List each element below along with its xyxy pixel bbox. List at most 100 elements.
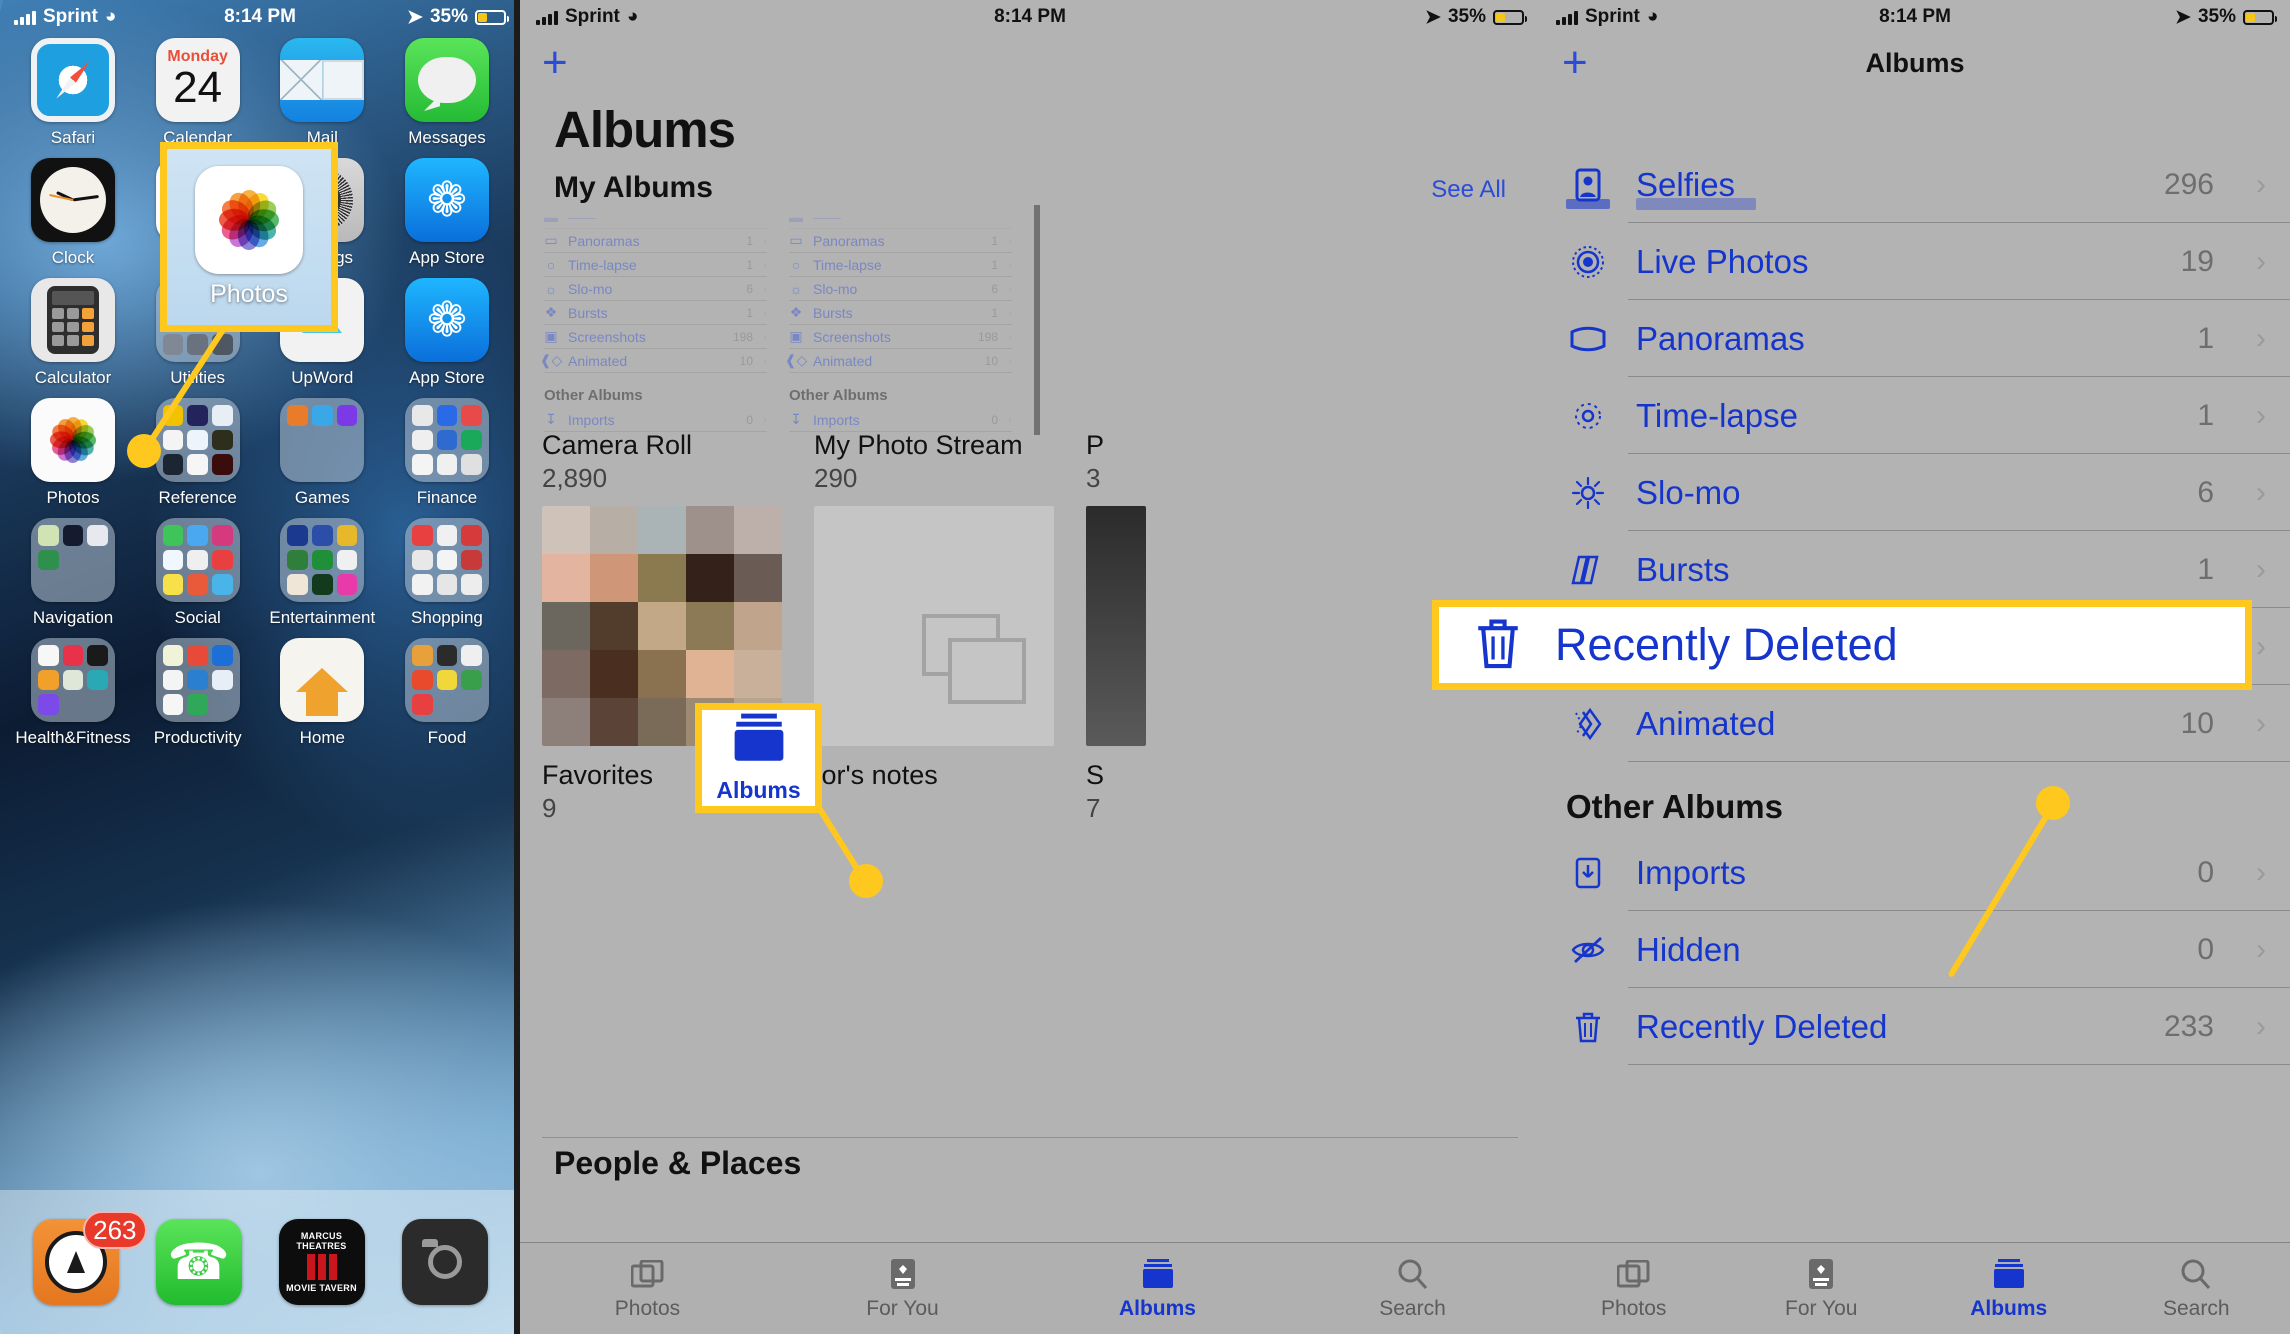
albums-icon [1141,1256,1175,1290]
ghost-row-label: Panoramas [568,232,640,249]
album-row-hidden[interactable]: Hidden 0 › [1540,911,2290,988]
calendar-icon: Monday 24 [155,38,240,122]
album-row-animated[interactable]: Animated 10 › [1540,685,2290,762]
album-name: Live Photos [1636,242,1809,280]
album-cell-partial[interactable]: P 3 S 7 [1086,430,1146,1184]
folder-health-fitness[interactable]: Health&Fitness [14,638,132,748]
album-name: Camera Roll [542,430,693,460]
dock-app-camera[interactable] [386,1219,504,1305]
ghost-row-count: 1 [991,257,998,272]
chevron-right-icon: › [2256,167,2266,201]
tab-for-you[interactable]: For You [775,1256,1030,1321]
chevron-right-icon: › [2256,552,2266,586]
dock-app-phone[interactable]: ☎ [140,1219,258,1305]
app-label: Home [299,728,345,747]
ghost-row-label: Bursts [813,304,853,321]
album-row-imports[interactable]: Imports 0 › [1540,834,2290,911]
tab-for-you[interactable]: For You [1728,1256,1916,1321]
album-row-selfies[interactable]: Selfies 296 › [1540,146,2290,223]
album-name: Selfies [1636,165,1736,203]
folder-entertainment[interactable]: Entertainment [263,518,381,628]
chevron-right-icon: › [2256,475,2266,509]
carrier-label: Sprint [1585,6,1640,27]
add-album-button[interactable]: + [542,40,568,84]
tab-search[interactable]: Search [2103,1256,2290,1321]
chevron-right-icon: › [2256,398,2266,432]
dock-app-movie-tavern[interactable]: MARCUS THEATRES MOVIE TAVERN [263,1219,381,1305]
app-label: Calculator [34,368,112,387]
ghost-row: ❖ Bursts 1 › [789,301,1012,325]
ghost-row-count: 10 [984,353,998,368]
app-calculator[interactable]: Calculator [14,278,132,388]
battery-icon [2243,9,2277,25]
album-count: 6 [2197,475,2214,509]
album-row-panoramas[interactable]: Panoramas 1 › [1540,300,2290,377]
home-row: Health&Fitness Productivity Home Food [14,638,506,748]
tab-label: Search [2162,1297,2230,1320]
chevron-right-icon: › [1008,233,1012,248]
tab-photos[interactable]: Photos [1540,1256,1728,1321]
app-mail[interactable]: Mail [263,38,381,148]
folder-finance[interactable]: Finance [388,398,506,508]
ghost-row-count: 0 [746,412,753,427]
album-count: 1 [2197,398,2214,432]
slomo-icon: ☼ [789,280,803,297]
see-all-link[interactable]: See All [1431,176,1506,204]
albums-list-navbar: + Albums [1540,34,2290,92]
app-home[interactable]: Home [263,638,381,748]
folder-productivity[interactable]: Productivity [139,638,257,748]
folder-games[interactable]: Games [263,398,381,508]
album-row-live-photos[interactable]: Live Photos 19 › [1540,223,2290,300]
album-name: Hidden [1636,930,1741,968]
app-safari[interactable]: Safari [14,38,132,148]
people-and-places-header: People & Places [554,1145,802,1181]
album-row-time-lapse[interactable]: Time-lapse 1 › [1540,377,2290,454]
tab-search[interactable]: Search [1285,1256,1540,1321]
animated-icon: ❰◇ [539,352,563,368]
folder-icon [155,518,240,602]
album-name: P [1086,430,1105,460]
folder-icon [280,398,365,482]
mail-icon [280,38,365,122]
tab-label: For You [1785,1297,1858,1320]
album-row-bursts[interactable]: Bursts 1 › [1540,531,2290,608]
tab-label: For You [866,1297,939,1320]
ghost-column-partial [1034,205,1074,435]
screenshots-icon: ▣ [789,328,803,344]
folder-food[interactable]: Food [388,638,506,748]
timelapse-icon: ○ [791,256,801,273]
app-label: Reference [158,488,237,507]
folder-social[interactable]: Social [139,518,257,628]
location-arrow-icon: ➤ [1425,6,1441,28]
ghost-row: ❰◇ Animated 10 › [785,349,1012,373]
panorama-icon [1566,324,1610,354]
app-calendar[interactable]: Monday 24 Calendar [139,38,257,148]
tab-photos[interactable]: Photos [520,1256,775,1321]
app-photos[interactable]: Photos [14,398,132,508]
chevron-right-icon: › [2256,855,2266,889]
album-cell-my-photo-stream[interactable]: My Photo Stream 290 tor's notes [814,430,1054,1184]
tab-albums[interactable]: Albums [1030,1256,1285,1321]
status-bar-left: Sprint ◕ [1556,6,1658,28]
folder-shopping[interactable]: Shopping [388,518,506,628]
bursts-icon [1566,553,1610,587]
folder-navigation[interactable]: Navigation [14,518,132,628]
ghost-row-count: 1 [746,305,753,320]
ghost-row-count: 0 [991,412,998,427]
chevron-right-icon: › [2256,321,2266,355]
app-messages[interactable]: Messages [388,38,506,148]
tab-albums[interactable]: Albums [1915,1256,2103,1321]
app-appstore[interactable]: ❁ App Store [388,158,506,268]
album-name: Panoramas [1636,319,1805,357]
app-appstore-2[interactable]: ❁ App Store [388,278,506,388]
panorama-icon: ▭ [789,232,803,248]
ghost-column: ▬ —— ▭ Panoramas 1 › ○ Time-lapse 1 › ☼ Slo-mo 6 ›… [539,205,789,435]
album-row-slo-mo[interactable]: Slo-mo 6 › [1540,454,2290,531]
status-bar-right: ➤ 35% [2175,6,2277,29]
album-row-recently-deleted[interactable]: Recently Deleted 233 › [1540,988,2290,1065]
app-clock[interactable]: Clock [14,158,132,268]
dock-app-podcasts[interactable]: 263 [17,1211,147,1305]
chevron-right-icon: › [763,412,767,427]
ghost-row: ❰◇ Animated 10 › [539,349,767,373]
panel-divider [514,0,520,1334]
